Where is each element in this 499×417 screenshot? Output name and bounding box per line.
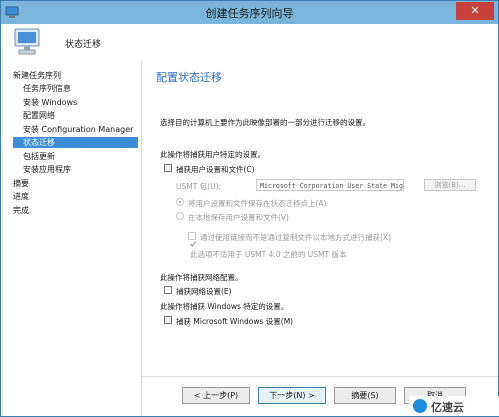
prev-button[interactable]: < 上一步(P) — [182, 387, 250, 404]
cloud-logo-icon — [413, 399, 427, 413]
watermark-text: 亿速云 — [431, 401, 464, 414]
nav-configure-network[interactable]: 配置网络 — [23, 110, 55, 121]
nav-task-sequence-info[interactable]: 任务序列信息 — [23, 83, 71, 94]
window-title: 创建任务序列向导 — [205, 7, 294, 20]
checkmark-icon — [190, 241, 196, 247]
nav-progress[interactable]: 进度 — [13, 191, 29, 202]
capture-user-checkbox[interactable] — [164, 164, 172, 172]
nav-include-updates[interactable]: 包括更新 — [23, 151, 55, 162]
button-separator — [142, 376, 498, 377]
network-heading: 此操作将捕获网络配置。 — [160, 273, 243, 282]
intro-text: 选择目的计算机上要作为此映像部署的一部分进行迁移的设置。 — [160, 118, 370, 127]
title-bar[interactable]: 创建任务序列向导 ✕ — [1, 1, 498, 24]
nav-install-windows[interactable]: 安装 Windows — [23, 97, 77, 108]
nav-state-migration[interactable]: 状态迁移 — [13, 137, 138, 148]
nav-install-applications[interactable]: 安装应用程序 — [23, 164, 71, 175]
windows-heading: 此操作将捕获 Windows 特定的设置。 — [160, 302, 289, 311]
save-locally-radio[interactable] — [176, 212, 184, 220]
capture-network-checkbox[interactable] — [164, 286, 172, 294]
hardlink-label[interactable]: 通过使用链接而不是通过复制文件以本地方式进行捕获(X) — [200, 232, 391, 243]
wizard-window: 创建任务序列向导 ✕ 状态迁移 新建任务序列 任务序列信息 安装 Windows… — [0, 0, 499, 417]
capture-user-label[interactable]: 捕获用户设置和文件(C) — [176, 164, 255, 175]
wizard-content: 配置状态迁移 选择目的计算机上要作为此映像部署的一部分进行迁移的设置。 此操作将… — [142, 61, 498, 416]
usmt-package-field[interactable]: Microsoft Corporation User State Mig — [256, 179, 404, 191]
user-settings-heading: 此操作将捕获用户特定的设置。 — [160, 150, 265, 159]
capture-windows-checkbox[interactable] — [164, 316, 172, 324]
usmt-package-label: USMT 包(U): — [176, 182, 222, 191]
nav-summary[interactable]: 摘要 — [13, 178, 29, 189]
capture-network-label[interactable]: 捕获网络设置(E) — [176, 286, 232, 297]
nav-install-configmgr[interactable]: 安装 Configuration Manager — [23, 124, 133, 135]
close-button[interactable]: ✕ — [456, 2, 494, 20]
save-on-state-migration-point-radio[interactable] — [176, 198, 184, 206]
summary-button[interactable]: 摘要(S) — [334, 387, 396, 404]
nav-completion[interactable]: 完成 — [13, 205, 29, 216]
computer-icon — [14, 28, 40, 55]
page-title: 配置状态迁移 — [156, 71, 222, 84]
capture-windows-label[interactable]: 捕获 Microsoft Windows 设置(M) — [176, 316, 293, 327]
wizard-sidebar: 新建任务序列 任务序列信息 安装 Windows 配置网络 安装 Configu… — [1, 61, 142, 416]
header-title: 状态迁移 — [65, 40, 102, 50]
wizard-header: 状态迁移 — [1, 24, 498, 62]
hardlink-checkbox[interactable] — [188, 232, 196, 247]
watermark: 亿速云 — [409, 396, 499, 416]
nav-new-task-sequence[interactable]: 新建任务序列 — [13, 70, 61, 81]
hardlink-note: 此选项不适用于 USMT 4.0 之前的 USMT 版本 — [190, 250, 347, 259]
save-locally-label[interactable]: 在本地保存用户设置和文件(V) — [188, 212, 289, 223]
save-on-state-migration-point-label[interactable]: 将用户设置和文件保存在状态迁移点上(A) — [188, 198, 326, 209]
next-button[interactable]: 下一步(N) > — [258, 387, 326, 404]
browse-button[interactable]: 浏览(B)... — [424, 179, 476, 191]
